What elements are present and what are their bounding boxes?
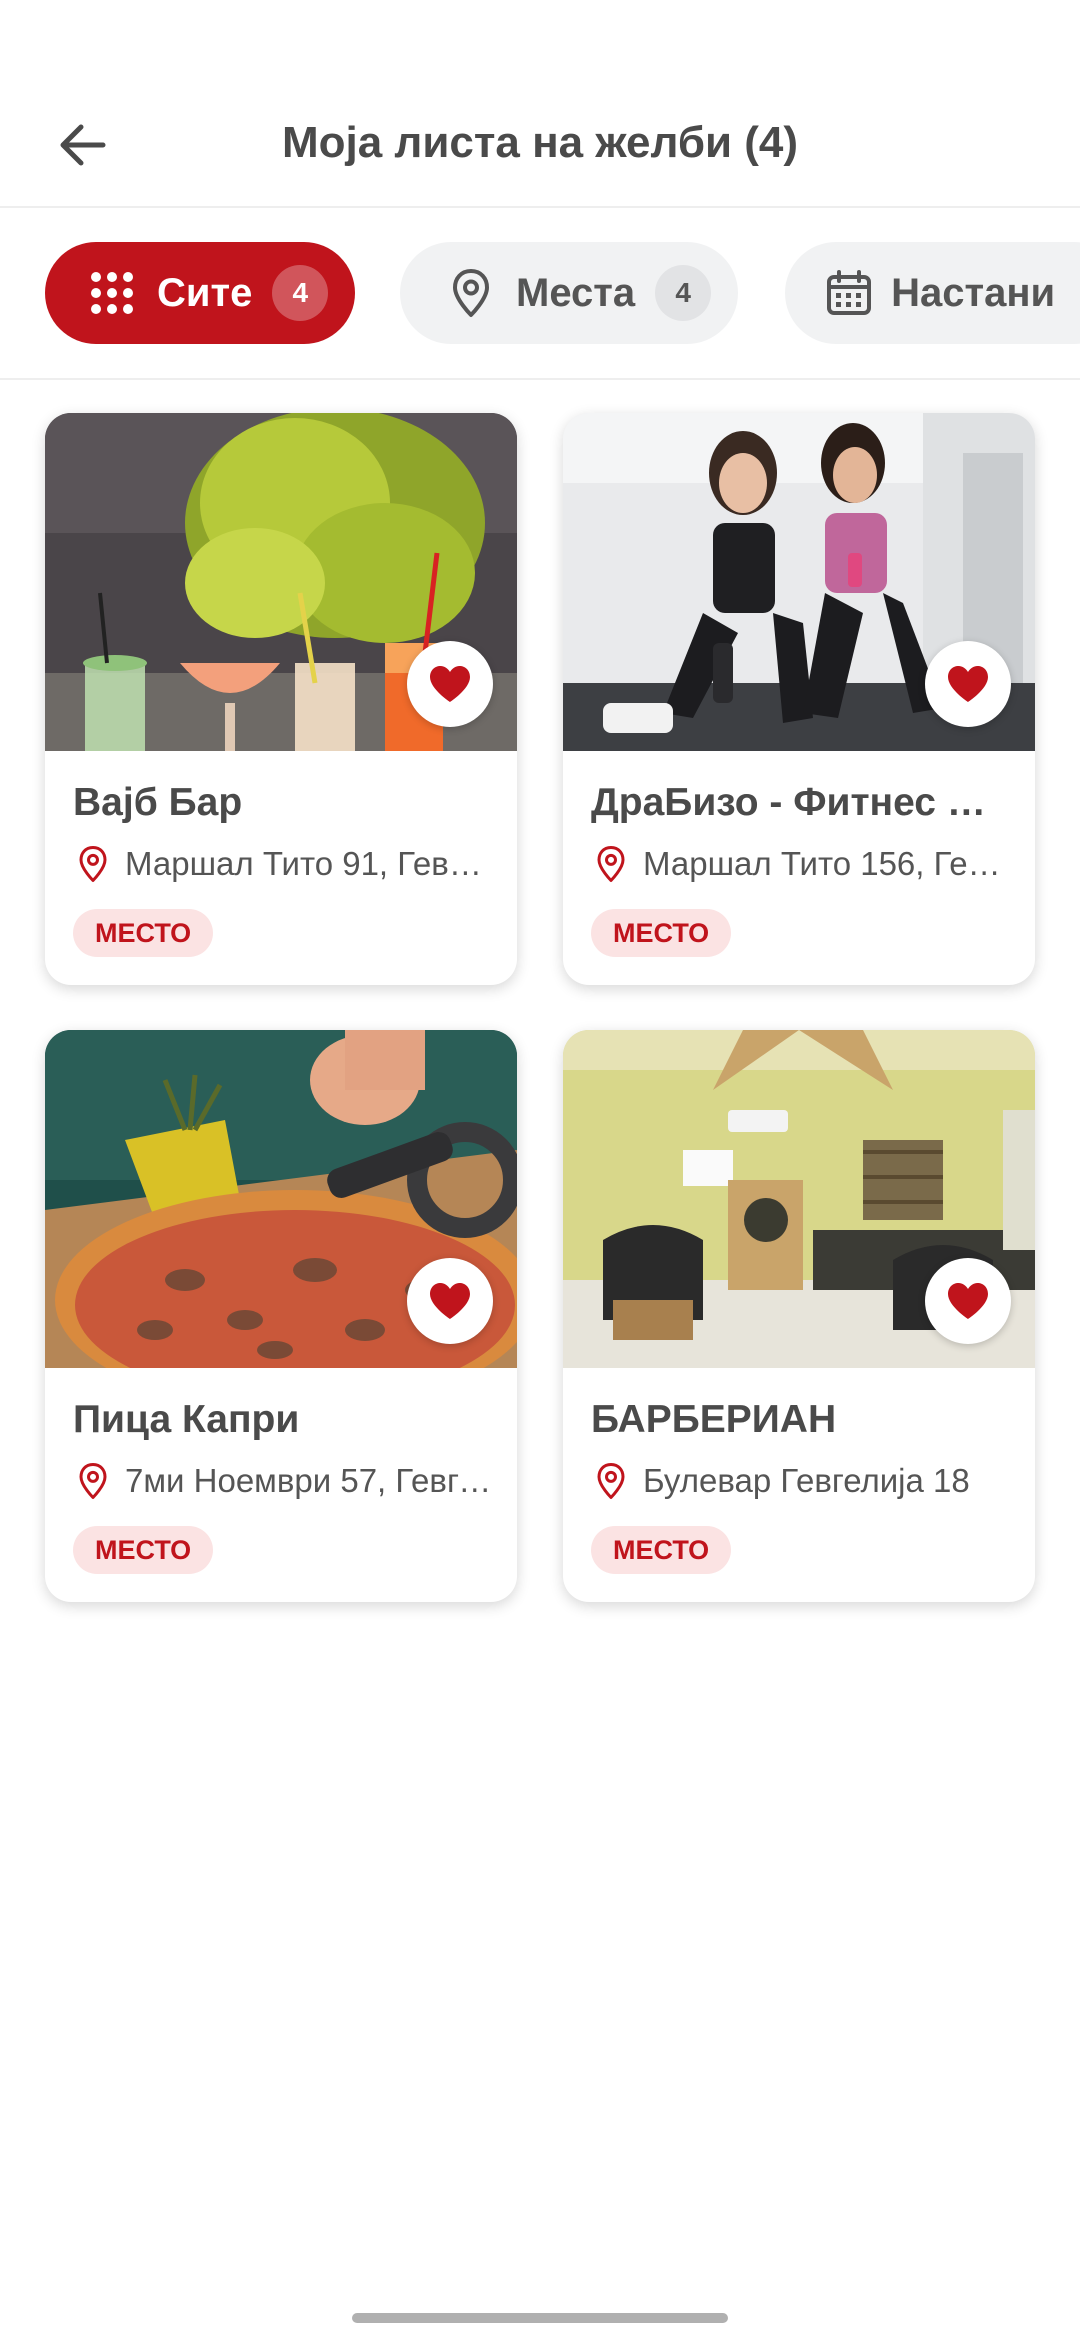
filter-chip-all[interactable]: Сите 4	[45, 242, 355, 344]
favorite-button[interactable]	[925, 641, 1011, 727]
card-title: Пица Капри	[73, 1398, 300, 1441]
location-pin-icon	[444, 266, 498, 320]
address-text: Булевар Гевгелија 18	[643, 1462, 970, 1499]
favorite-button[interactable]	[407, 1258, 493, 1344]
card-title: БАРБЕРИАН	[591, 1398, 837, 1441]
card-address: Маршал Тито 91, Гевгелија	[73, 841, 493, 887]
top-app-bar: Моја листа на желби (4)	[0, 0, 1080, 208]
page-title: Моја листа на желби (4)	[281, 118, 799, 167]
address-text: 7ми Ноември 57, Гевгелија	[125, 1462, 493, 1499]
category-badge: МЕСТО	[73, 909, 214, 957]
heart-filled-icon	[430, 666, 470, 702]
heart-filled-icon	[430, 1283, 470, 1319]
filter-chip-bar: Сите 4 Места 4 Настани	[0, 208, 1080, 380]
location-pin-icon	[73, 841, 113, 887]
filter-count-badge: 4	[272, 265, 329, 321]
filter-chip-events[interactable]: Настани	[785, 242, 1080, 344]
wishlist-card[interactable]: Пица Капри 7ми Ноември 57, Гевгелија МЕС…	[45, 1030, 517, 1602]
filter-chip-label: Места	[516, 270, 636, 315]
wishlist-card[interactable]: БАРБЕРИАН Булевар Гевгелија 18 МЕСТО	[563, 1030, 1035, 1602]
filter-chip-label: Настани	[891, 270, 1056, 315]
location-pin-icon	[591, 1458, 631, 1504]
card-address: 7ми Ноември 57, Гевгелија	[73, 1458, 493, 1504]
address-text: Маршал Тито 156, Гевгелија	[643, 845, 1011, 882]
filter-count-badge: 4	[655, 265, 712, 321]
address-text: Маршал Тито 91, Гевгелија	[125, 845, 493, 882]
home-indicator[interactable]	[352, 2313, 728, 2323]
card-title: ДраБизо - Фитнес Центар	[591, 781, 1011, 824]
card-address: Маршал Тито 156, Гевгелија	[591, 841, 1011, 887]
wishlist-card[interactable]: Вајб Бар Маршал Тито 91, Гевгелија МЕСТО	[45, 413, 517, 985]
card-title: Вајб Бар	[73, 781, 243, 824]
grid-dots-icon	[85, 266, 139, 320]
heart-filled-icon	[948, 666, 988, 702]
wishlist-card[interactable]: ДраБизо - Фитнес Центар Маршал Тито 156,…	[563, 413, 1035, 985]
location-pin-icon	[73, 1458, 113, 1504]
category-badge: МЕСТО	[591, 1526, 732, 1574]
favorite-button[interactable]	[925, 1258, 1011, 1344]
category-badge: МЕСТО	[73, 1526, 214, 1574]
calendar-icon	[825, 266, 873, 320]
filter-chip-label: Сите	[157, 270, 253, 315]
filter-chip-places[interactable]: Места 4	[400, 242, 738, 344]
location-pin-icon	[591, 841, 631, 887]
card-address: Булевар Гевгелија 18	[591, 1458, 1011, 1504]
heart-filled-icon	[948, 1283, 988, 1319]
category-badge: МЕСТО	[591, 909, 732, 957]
favorite-button[interactable]	[407, 641, 493, 727]
